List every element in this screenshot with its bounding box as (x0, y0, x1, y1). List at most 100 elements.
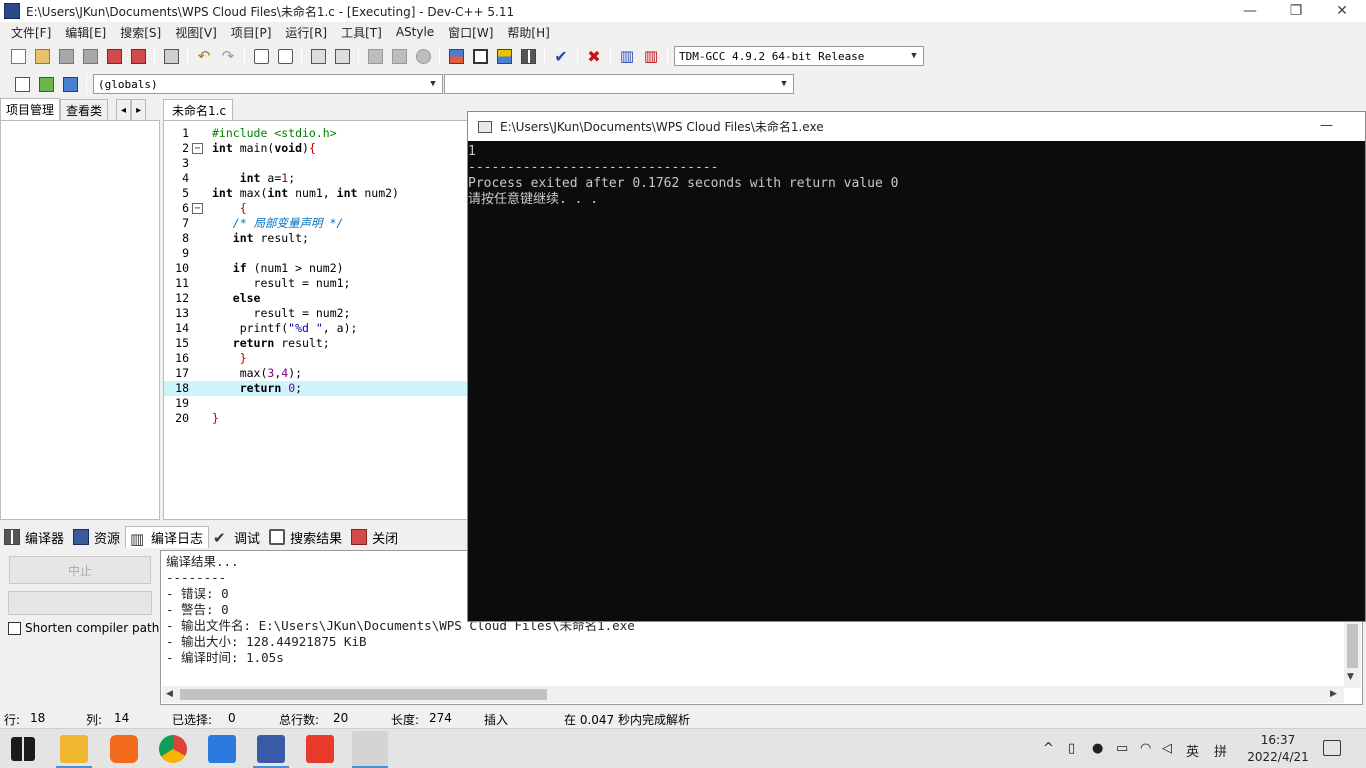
goto-arrow-icon (38, 76, 54, 92)
tab-resources[interactable]: 资源 (69, 526, 125, 548)
menu-project[interactable]: 项目[P] (224, 24, 279, 41)
menu-run[interactable]: 运行[R] (278, 24, 334, 41)
minimize-button[interactable]: — (1227, 0, 1273, 22)
scroll-thumb[interactable] (180, 689, 547, 700)
menu-search[interactable]: 搜索[S] (113, 24, 168, 41)
tab-scroll-left[interactable]: ◂ (116, 99, 132, 120)
wifi-icon[interactable]: ◠ (1140, 741, 1151, 756)
file-explorer-icon[interactable] (60, 735, 88, 763)
clock[interactable]: 16:37 2022/4/21 (1243, 732, 1313, 766)
wps-icon[interactable] (306, 735, 334, 763)
menu-file[interactable]: 文件[F] (4, 24, 58, 41)
stop-compile-button[interactable]: 中止 (9, 556, 151, 584)
usb-icon[interactable]: ▯ (1068, 741, 1075, 756)
battery-icon[interactable]: ▭ (1116, 741, 1128, 756)
windows-start-icon[interactable] (11, 737, 35, 761)
microphone-icon[interactable]: ● (1092, 741, 1103, 756)
tab-compile-log[interactable]: ▥ 编译日志 (125, 526, 210, 548)
tab-compiler[interactable]: 编译器 (0, 526, 69, 548)
console-window[interactable]: E:\Users\JKun\Documents\WPS Cloud Files\… (467, 111, 1366, 622)
unindent-button[interactable] (388, 45, 410, 67)
menu-tools[interactable]: 工具[T] (334, 24, 389, 41)
toggle-bookmark-button[interactable] (59, 73, 81, 95)
run-button[interactable] (469, 45, 491, 67)
insert-code-button[interactable] (11, 73, 33, 95)
log-vertical-scrollbar[interactable]: ▼ (1344, 622, 1361, 688)
col-label: 列: (86, 713, 103, 727)
code-editor[interactable]: 1 #include <stdio.h> 2− int main(void){ 3 … (163, 120, 468, 520)
speaker-icon[interactable]: ◁ (1162, 741, 1172, 756)
redo-button[interactable]: ↷ (217, 45, 239, 67)
chrome-icon[interactable] (159, 735, 187, 763)
shorten-paths-checkbox[interactable] (8, 621, 21, 635)
ime-mode[interactable]: 拼 (1214, 741, 1227, 760)
open-file-button[interactable] (31, 45, 53, 67)
scroll-thumb[interactable] (1347, 624, 1358, 668)
project-panel[interactable] (0, 120, 160, 520)
console-title-bar[interactable]: E:\Users\JKun\Documents\WPS Cloud Files\… (468, 112, 1365, 141)
photos-icon[interactable] (208, 735, 236, 763)
menu-window[interactable]: 窗口[W] (441, 24, 500, 41)
new-file-button[interactable] (7, 45, 29, 67)
tab-classes[interactable]: 查看类 (60, 99, 109, 120)
chevron-up-icon[interactable]: ^ (1043, 741, 1054, 756)
indent-button[interactable] (364, 45, 386, 67)
close-file-button[interactable] (103, 45, 125, 67)
restore-button[interactable]: ❐ (1273, 0, 1319, 22)
syntax-check-button[interactable]: ✔ (550, 45, 572, 67)
toggle-comment-button[interactable] (412, 45, 434, 67)
chevron-down-icon[interactable]: ▼ (1347, 672, 1354, 682)
length-label: 长度: (391, 713, 420, 727)
tab-project[interactable]: 项目管理 (0, 98, 61, 120)
menu-astyle[interactable]: AStyle (389, 25, 441, 39)
app-orange-icon[interactable] (110, 735, 138, 763)
console-taskbar-icon[interactable] (352, 731, 388, 767)
toolbar-separator (187, 46, 188, 66)
compiler-select[interactable]: TDM-GCC 4.9.2 64-bit Release ▼ (674, 46, 924, 66)
red-x-icon: ✖ (587, 46, 601, 66)
toolbar-separator (544, 46, 545, 66)
rebuild-all-button[interactable] (517, 45, 539, 67)
console-output[interactable]: 1 -------------------------------- Proce… (468, 142, 1365, 621)
code-line: 6− { (182, 201, 247, 215)
devcpp-taskbar-icon[interactable] (257, 735, 285, 763)
tab-debug[interactable]: ✔ 调试 (209, 526, 265, 548)
menu-view[interactable]: 视图[V] (168, 24, 224, 41)
profile-button[interactable]: ▥ (616, 45, 638, 67)
close-all-button[interactable] (127, 45, 149, 67)
stop-execution-button[interactable]: ✖ (583, 45, 605, 67)
tab-close[interactable]: 关闭 (347, 526, 403, 548)
editor-tab-file[interactable]: 未命名1.c (163, 99, 233, 120)
shorten-paths-option[interactable]: Shorten compiler paths (8, 621, 166, 635)
console-minimize-button[interactable]: — (1320, 118, 1333, 133)
goto-declaration-button[interactable] (35, 73, 57, 95)
bookmark-button[interactable] (331, 45, 353, 67)
goto-line-button[interactable] (307, 45, 329, 67)
ime-language[interactable]: 英 (1186, 741, 1199, 760)
fold-toggle-icon[interactable]: − (192, 143, 203, 154)
function-select[interactable]: ▼ (444, 74, 794, 94)
find-button[interactable] (250, 45, 272, 67)
save-all-button[interactable] (79, 45, 101, 67)
log-horizontal-scrollbar[interactable]: ◀ ▶ (162, 686, 1344, 703)
delete-profile-button[interactable]: ▥ (640, 45, 662, 67)
tab-scroll-right[interactable]: ▸ (131, 99, 147, 120)
globals-select[interactable]: (globals) ▼ (93, 74, 443, 94)
save-button[interactable] (55, 45, 77, 67)
print-button[interactable] (160, 45, 182, 67)
menu-help[interactable]: 帮助[H] (500, 24, 556, 41)
replace-button[interactable] (274, 45, 296, 67)
redo-icon: ↷ (221, 47, 235, 65)
fold-toggle-icon[interactable]: − (192, 203, 203, 214)
chevron-right-icon[interactable]: ▶ (1330, 689, 1337, 699)
compile-run-button[interactable] (493, 45, 515, 67)
comment-icon (415, 48, 431, 64)
toolbar-separator (154, 46, 155, 66)
chevron-left-icon[interactable]: ◀ (166, 689, 173, 699)
menu-edit[interactable]: 编辑[E] (58, 24, 113, 41)
compile-button[interactable] (445, 45, 467, 67)
undo-button[interactable]: ↶ (193, 45, 215, 67)
notification-icon[interactable] (1323, 740, 1341, 756)
close-button[interactable]: ✕ (1319, 0, 1365, 22)
tab-search-results[interactable]: 搜索结果 (265, 526, 347, 548)
